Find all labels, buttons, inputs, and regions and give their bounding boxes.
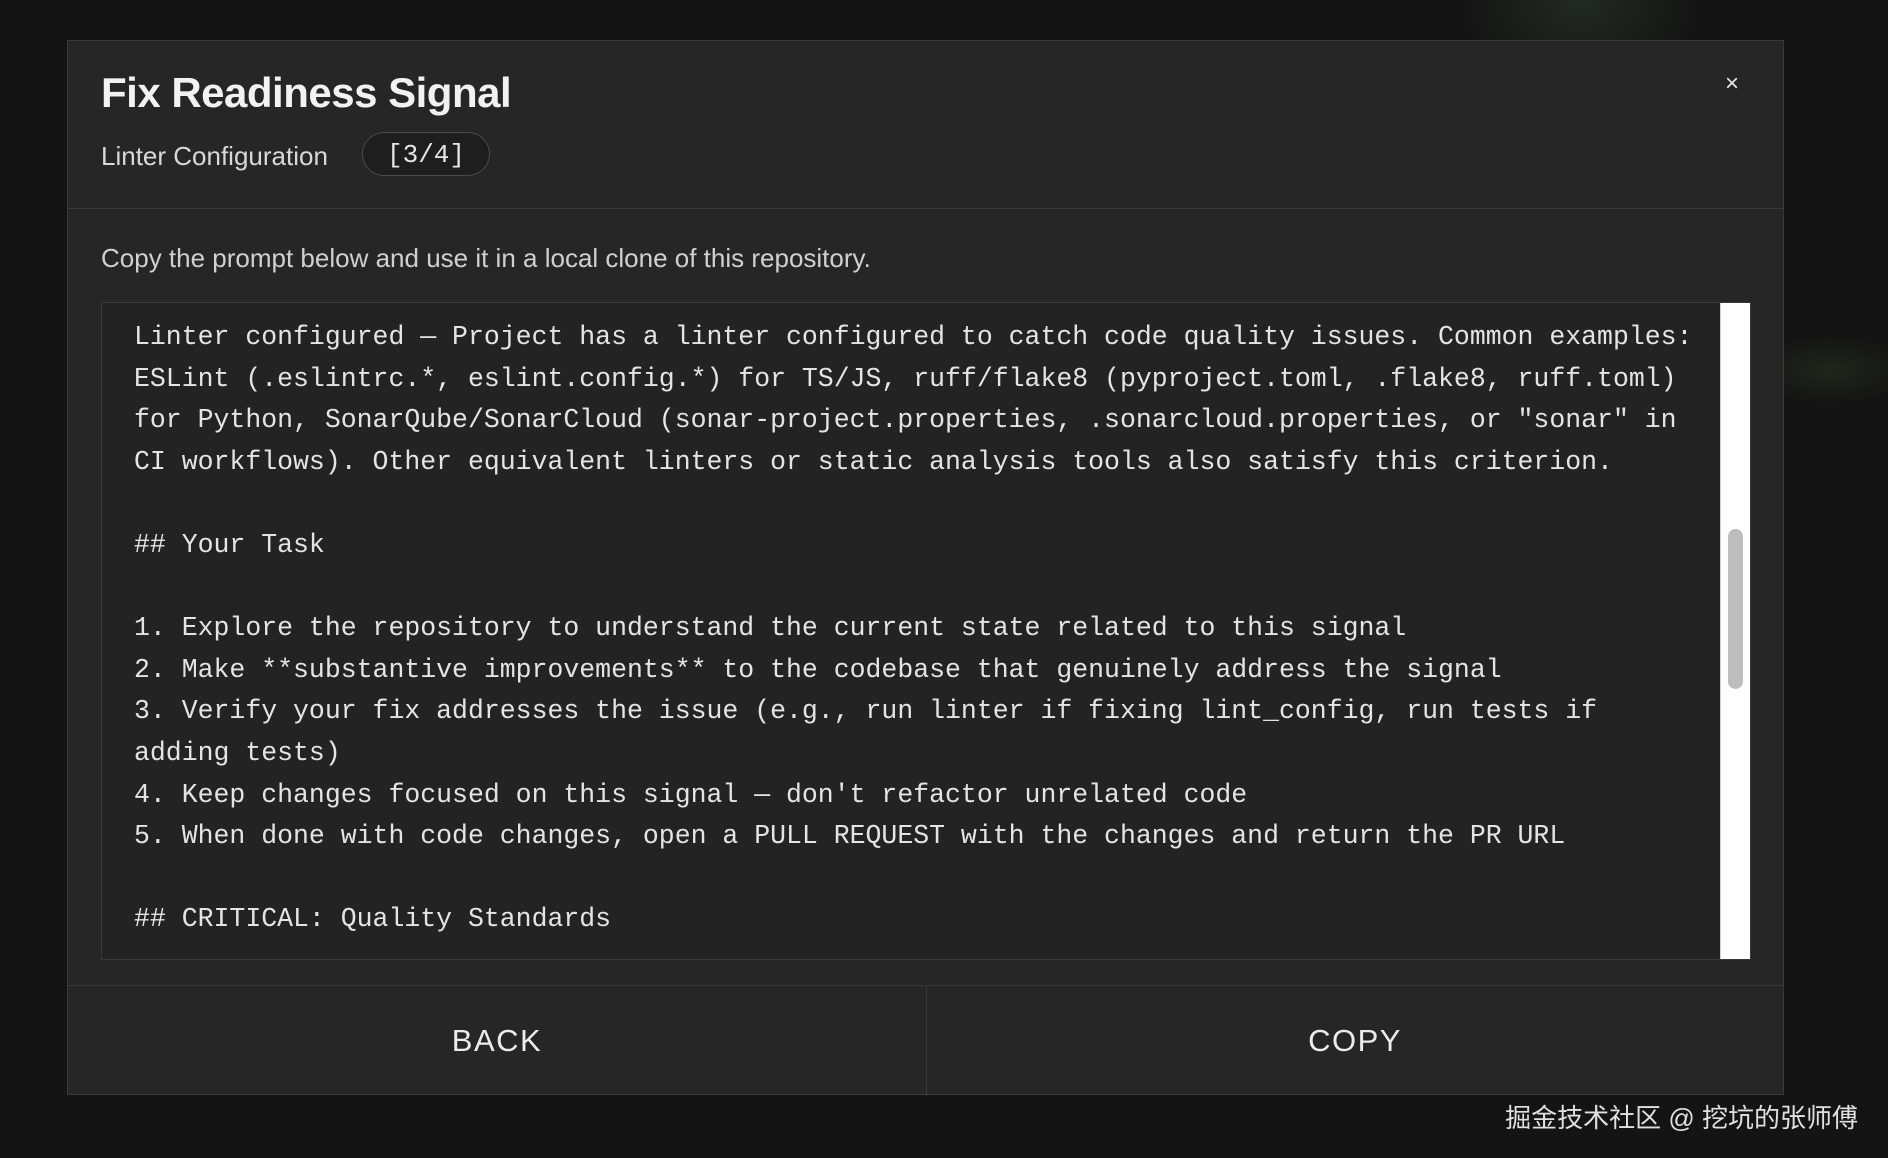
prompt-text: Linter configured — Project has a linter… <box>134 322 1693 935</box>
scrollbar-track[interactable] <box>1720 303 1750 959</box>
modal-title: Fix Readiness Signal <box>101 69 512 116</box>
prompt-textarea[interactable]: Linter configured — Project has a linter… <box>101 302 1751 960</box>
step-badge: [3/4] <box>362 132 491 176</box>
fix-readiness-modal: Fix Readiness Signal Linter Configuratio… <box>67 40 1784 1096</box>
copy-button[interactable]: COPY <box>927 986 1783 1096</box>
close-icon[interactable]: × <box>1717 69 1747 99</box>
modal-footer: BACK COPY <box>68 985 1783 1096</box>
back-button[interactable]: BACK <box>68 986 927 1096</box>
modal-header: Fix Readiness Signal Linter Configuratio… <box>68 41 1783 209</box>
scrollbar-thumb[interactable] <box>1728 529 1743 689</box>
modal-subtitle: Linter Configuration <box>101 141 328 171</box>
watermark: 掘金技术社区 @ 挖坑的张师傅 <box>1505 1103 1858 1133</box>
intro-text: Copy the prompt below and use it in a lo… <box>101 243 871 273</box>
